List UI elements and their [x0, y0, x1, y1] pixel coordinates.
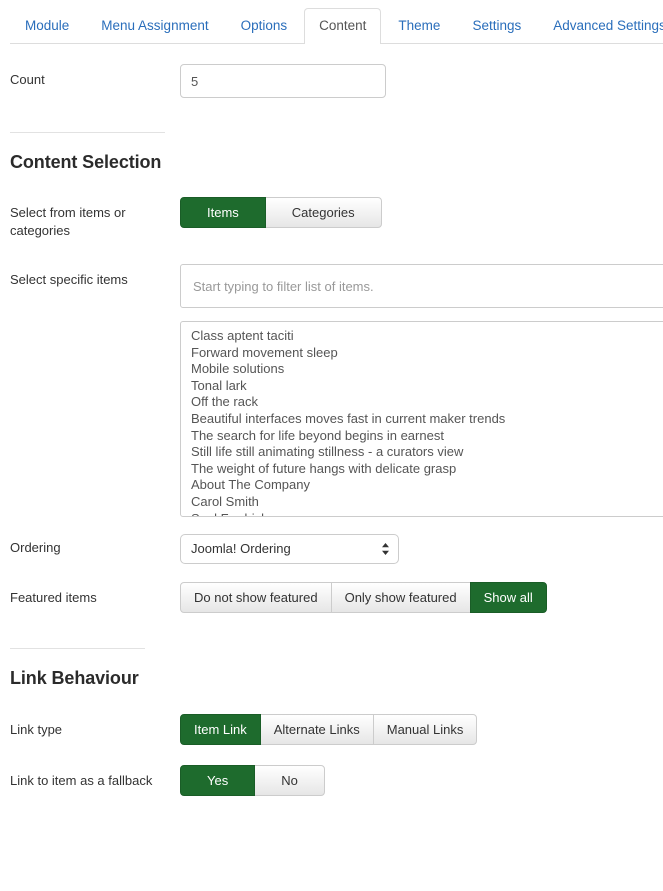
ordering-select-value: Joomla! Ordering — [191, 541, 291, 556]
items-listbox[interactable]: Class aptent taciti Forward movement sle… — [180, 321, 663, 517]
section-divider-link-behaviour — [10, 648, 145, 649]
field-row-ordering: Ordering Joomla! Ordering — [0, 534, 663, 564]
field-row-link-type: Link type Item Link Alternate Links Manu… — [0, 714, 663, 745]
count-input[interactable] — [180, 64, 386, 98]
list-item[interactable]: Carol Smith — [181, 494, 663, 511]
list-item[interactable]: The weight of future hangs with delicate… — [181, 461, 663, 478]
featured-items-control: Do not show featured Only show featured … — [180, 582, 663, 613]
count-control — [180, 64, 663, 98]
list-item[interactable]: Mobile solutions — [181, 361, 663, 378]
tab-options[interactable]: Options — [226, 8, 303, 44]
link-behaviour-heading: Link Behaviour — [10, 668, 139, 688]
tab-list: Module Menu Assignment Options Content T… — [10, 0, 663, 45]
featured-items-label: Featured items — [10, 590, 97, 605]
tab-advanced-settings[interactable]: Advanced Settings — [538, 8, 663, 44]
source-type-label: Select from items or categories — [10, 205, 126, 238]
items-filter-input[interactable] — [180, 264, 663, 308]
ordering-select-wrap: Joomla! Ordering — [180, 534, 399, 564]
tab-module[interactable]: Module — [10, 8, 84, 44]
link-fallback-label: Link to item as a fallback — [10, 773, 153, 788]
link-fallback-control: Yes No — [180, 765, 663, 796]
featured-items-button-group: Do not show featured Only show featured … — [180, 582, 547, 613]
tab-menu-assignment[interactable]: Menu Assignment — [86, 8, 223, 44]
field-row-link-fallback: Link to item as a fallback Yes No — [0, 765, 663, 796]
ordering-select[interactable]: Joomla! Ordering — [180, 534, 399, 564]
ordering-control: Joomla! Ordering — [180, 534, 663, 564]
link-type-option-alternate-links[interactable]: Alternate Links — [259, 714, 374, 745]
list-item[interactable]: Beautiful interfaces moves fast in curre… — [181, 411, 663, 428]
link-type-button-group: Item Link Alternate Links Manual Links — [180, 714, 478, 745]
list-item[interactable]: Tonal lark — [181, 378, 663, 395]
content-tab-panel: Count Content Selection Select from item… — [0, 64, 663, 796]
content-selection-heading: Content Selection — [10, 152, 162, 172]
featured-option-only-featured[interactable]: Only show featured — [330, 582, 471, 613]
link-type-option-manual-links[interactable]: Manual Links — [372, 714, 478, 745]
specific-items-control: Class aptent taciti Forward movement sle… — [180, 264, 663, 517]
source-type-control: Items Categories — [180, 197, 663, 228]
field-row-count: Count — [0, 64, 663, 98]
tab-content[interactable]: Content — [304, 8, 382, 45]
link-type-option-item-link[interactable]: Item Link — [180, 714, 261, 745]
count-label: Count — [10, 72, 45, 87]
featured-option-do-not-show[interactable]: Do not show featured — [180, 582, 332, 613]
list-item[interactable]: Forward movement sleep — [181, 345, 663, 362]
featured-option-show-all[interactable]: Show all — [469, 582, 547, 613]
source-type-option-items[interactable]: Items — [180, 197, 266, 228]
list-item[interactable]: About The Company — [181, 477, 663, 494]
field-row-featured-items: Featured items Do not show featured Only… — [0, 582, 663, 613]
field-row-source-type: Select from items or categories Items Ca… — [0, 197, 663, 240]
ordering-label: Ordering — [10, 540, 61, 555]
list-item[interactable]: Saul Fredrickson — [181, 511, 663, 516]
source-type-button-group: Items Categories — [180, 197, 382, 228]
list-item[interactable]: Off the rack — [181, 394, 663, 411]
link-type-label: Link type — [10, 722, 63, 737]
list-item[interactable]: Class aptent taciti — [181, 328, 663, 345]
source-type-option-categories[interactable]: Categories — [264, 197, 382, 228]
field-row-specific-items: Select specific items Class aptent tacit… — [0, 264, 663, 517]
settings-tab-bar: Module Menu Assignment Options Content T… — [0, 0, 663, 45]
section-divider-content — [10, 132, 165, 133]
tab-theme[interactable]: Theme — [383, 8, 455, 44]
link-fallback-option-no[interactable]: No — [254, 765, 325, 796]
link-fallback-option-yes[interactable]: Yes — [180, 765, 256, 796]
link-type-control: Item Link Alternate Links Manual Links — [180, 714, 663, 745]
tab-settings[interactable]: Settings — [457, 8, 536, 44]
specific-items-label: Select specific items — [10, 272, 128, 287]
link-fallback-button-group: Yes No — [180, 765, 325, 796]
list-item[interactable]: Still life still animating stillness - a… — [181, 444, 663, 461]
list-item[interactable]: The search for life beyond begins in ear… — [181, 428, 663, 445]
